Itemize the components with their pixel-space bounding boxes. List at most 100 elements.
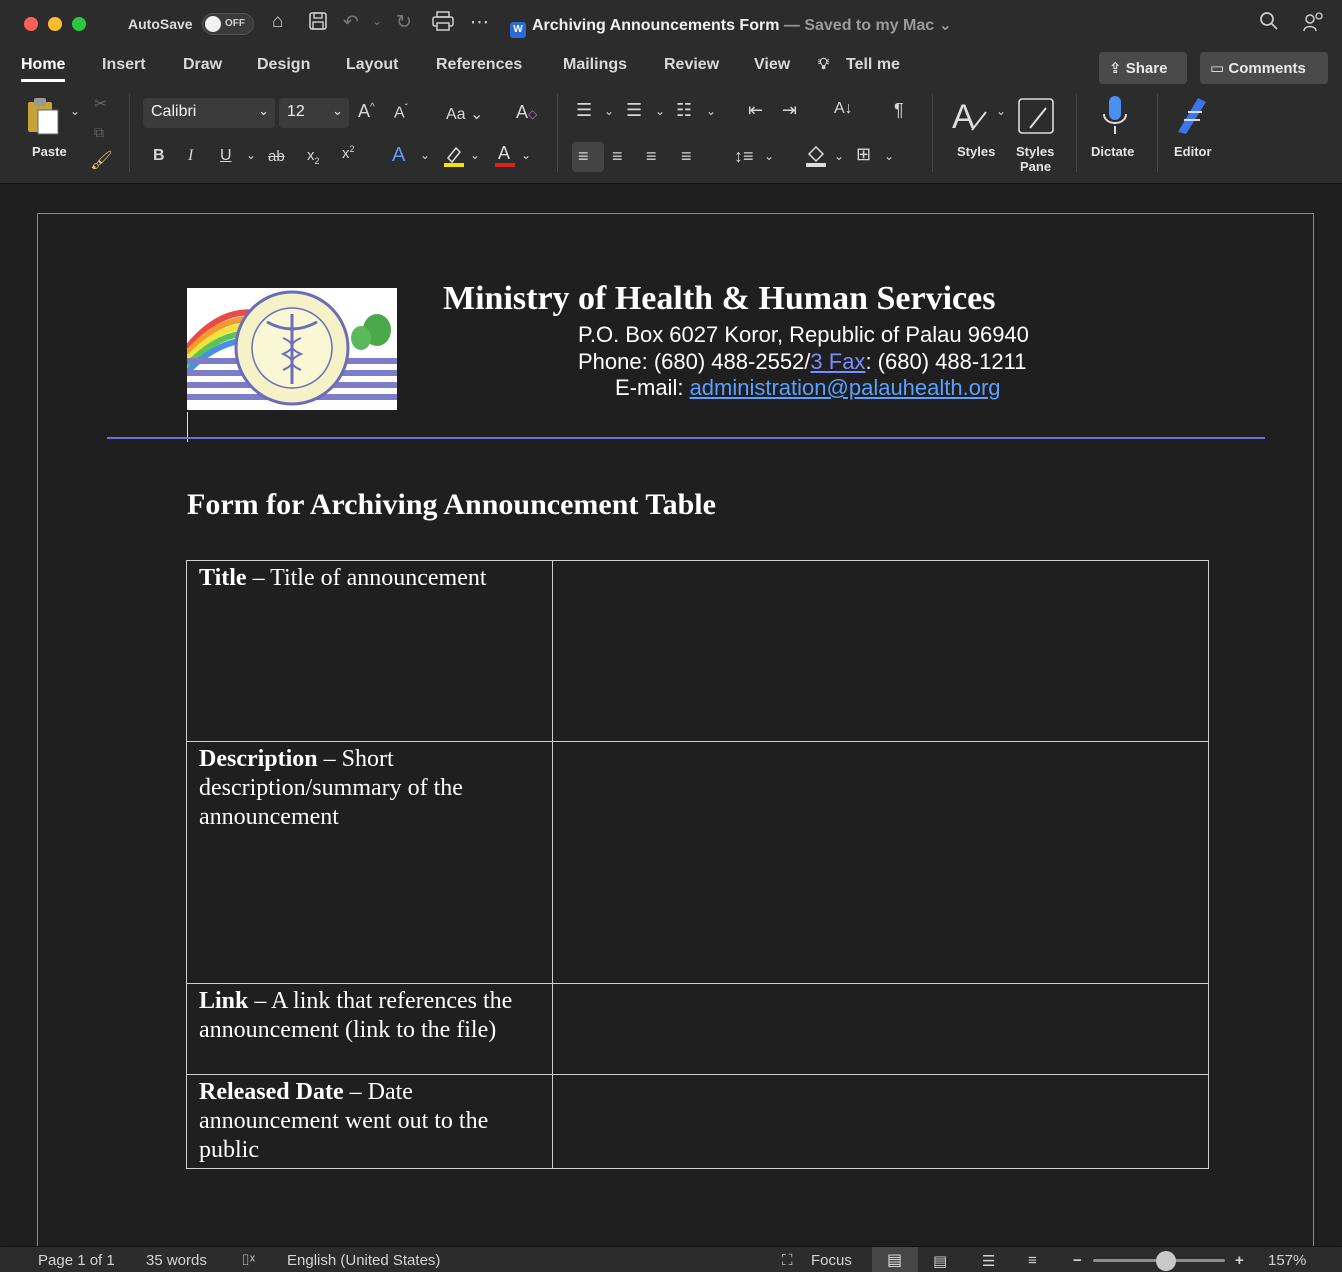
zoom-percent[interactable]: 157%: [1268, 1252, 1306, 1269]
table-cell-label[interactable]: Description – Short description/summary …: [186, 741, 553, 984]
paste-icon[interactable]: [24, 96, 68, 139]
print-icon[interactable]: [432, 11, 454, 37]
styles-label[interactable]: Styles: [957, 144, 995, 159]
multilevel-list-icon[interactable]: ☷: [676, 100, 692, 121]
table-cell-label[interactable]: Link – A link that references the announ…: [186, 983, 553, 1075]
borders-icon[interactable]: ⊞: [856, 144, 871, 165]
search-icon[interactable]: [1259, 11, 1279, 37]
justify-icon[interactable]: ≡: [681, 146, 692, 167]
bullets-dropdown-icon[interactable]: ⌄: [604, 104, 614, 118]
focus-mode-button[interactable]: Focus: [811, 1252, 852, 1269]
tab-design[interactable]: Design: [257, 56, 310, 74]
styles-pane-icon[interactable]: [1016, 96, 1056, 139]
underline-button[interactable]: U: [220, 147, 232, 165]
table-cell-value[interactable]: [552, 560, 1209, 742]
paste-label[interactable]: Paste: [32, 144, 67, 159]
table-cell-label[interactable]: Released Date – Date announcement went o…: [186, 1074, 553, 1169]
language-status[interactable]: English (United States): [287, 1252, 440, 1269]
tab-draw[interactable]: Draw: [183, 56, 222, 74]
align-center-icon[interactable]: ≡: [612, 146, 623, 167]
outline-view-icon[interactable]: ☰: [982, 1252, 995, 1270]
share-button[interactable]: ⇪ Share: [1099, 52, 1187, 84]
title-chevron-icon[interactable]: ⌄: [939, 17, 952, 34]
highlight-dropdown-icon[interactable]: ⌄: [470, 148, 480, 162]
sort-icon[interactable]: A↓: [834, 100, 853, 118]
web-layout-icon[interactable]: ▤: [933, 1252, 947, 1270]
zoom-in-button[interactable]: +: [1235, 1252, 1244, 1269]
multilevel-dropdown-icon[interactable]: ⌄: [706, 104, 716, 118]
phone-link[interactable]: 3 Fax: [810, 349, 865, 374]
editor-icon[interactable]: [1172, 94, 1212, 139]
align-left-icon[interactable]: ≡: [578, 146, 589, 167]
email-link[interactable]: administration@palauhealth.org: [690, 375, 1001, 400]
tab-references[interactable]: References: [436, 56, 522, 74]
show-formatting-icon[interactable]: ¶: [894, 100, 904, 121]
strikethrough-button[interactable]: ab: [268, 148, 285, 165]
undo-icon[interactable]: ↶: [343, 11, 359, 34]
decrease-indent-icon[interactable]: ⇤: [748, 100, 763, 121]
styles-icon[interactable]: A: [950, 96, 990, 139]
line-spacing-dropdown-icon[interactable]: ⌄: [764, 149, 774, 163]
microphone-icon[interactable]: [1101, 94, 1129, 139]
undo-dropdown-icon[interactable]: ⌄: [372, 14, 382, 28]
zoom-out-button[interactable]: −: [1073, 1252, 1082, 1269]
cut-icon[interactable]: ✂: [94, 94, 107, 114]
italic-button[interactable]: I: [188, 147, 193, 165]
shading-icon[interactable]: [804, 142, 828, 171]
bullets-icon[interactable]: ☰: [576, 100, 592, 121]
tab-mailings[interactable]: Mailings: [563, 56, 627, 74]
draft-view-icon[interactable]: ≡: [1028, 1252, 1037, 1269]
line-spacing-icon[interactable]: ↕≡: [734, 146, 754, 167]
format-painter-icon[interactable]: 🖌︎: [90, 150, 113, 171]
save-icon[interactable]: [308, 11, 328, 37]
font-color-icon[interactable]: A: [494, 142, 516, 171]
tab-layout[interactable]: Layout: [346, 56, 398, 74]
subscript-button[interactable]: x2: [307, 147, 320, 166]
table-cell-value[interactable]: [552, 983, 1209, 1075]
increase-indent-icon[interactable]: ⇥: [782, 100, 797, 121]
numbering-dropdown-icon[interactable]: ⌄: [655, 104, 665, 118]
shrink-font-icon[interactable]: Aˇ: [394, 103, 408, 122]
redo-icon[interactable]: ↻: [396, 11, 412, 34]
styles-pane-label-2[interactable]: Pane: [1020, 159, 1051, 174]
align-right-icon[interactable]: ≡: [646, 146, 657, 167]
text-effects-icon[interactable]: A: [392, 144, 405, 167]
zoom-slider-knob[interactable]: [1156, 1251, 1176, 1271]
paste-dropdown-icon[interactable]: ⌄: [70, 104, 80, 118]
page-count[interactable]: Page 1 of 1: [38, 1252, 115, 1269]
highlight-icon[interactable]: [442, 144, 466, 171]
table-cell-value[interactable]: [552, 1074, 1209, 1169]
focus-icon[interactable]: ⛶: [782, 1252, 793, 1269]
table-cell-value[interactable]: [552, 741, 1209, 984]
tab-view[interactable]: View: [754, 56, 790, 74]
account-icon[interactable]: [1302, 11, 1324, 39]
minimize-window-button[interactable]: [48, 17, 62, 31]
home-icon[interactable]: ⌂: [272, 11, 283, 33]
tab-review[interactable]: Review: [664, 56, 719, 74]
styles-pane-label-1[interactable]: Styles: [1016, 144, 1054, 159]
numbering-icon[interactable]: ☰: [626, 100, 642, 121]
font-size-select[interactable]: 12 ⌄: [279, 98, 349, 128]
comments-button[interactable]: ▭ Comments: [1200, 52, 1328, 84]
styles-dropdown-icon[interactable]: ⌄: [996, 104, 1006, 118]
zoom-window-button[interactable]: [72, 17, 86, 31]
table-cell-label[interactable]: Title – Title of announcement: [186, 560, 553, 742]
change-case-button[interactable]: Aa ⌄: [446, 104, 483, 124]
bold-button[interactable]: B: [153, 147, 165, 165]
tell-me-search[interactable]: Tell me: [846, 56, 900, 74]
borders-dropdown-icon[interactable]: ⌄: [884, 149, 894, 163]
copy-icon[interactable]: ⧉: [94, 124, 104, 141]
grow-font-icon[interactable]: A^: [358, 101, 375, 122]
tab-insert[interactable]: Insert: [102, 56, 146, 74]
proofing-icon[interactable]: ⌷ˣ: [241, 1252, 255, 1269]
shading-dropdown-icon[interactable]: ⌄: [834, 149, 844, 163]
more-icon[interactable]: ⋯: [470, 11, 489, 34]
clear-formatting-icon[interactable]: A◇: [516, 102, 537, 123]
close-window-button[interactable]: [24, 17, 38, 31]
text-effects-dropdown-icon[interactable]: ⌄: [420, 148, 430, 162]
tab-home[interactable]: Home: [21, 56, 66, 82]
font-name-select[interactable]: Calibri ⌄: [143, 98, 275, 128]
autosave-toggle[interactable]: OFF: [202, 13, 254, 35]
editor-label[interactable]: Editor: [1174, 144, 1212, 159]
superscript-button[interactable]: x2: [342, 144, 355, 162]
